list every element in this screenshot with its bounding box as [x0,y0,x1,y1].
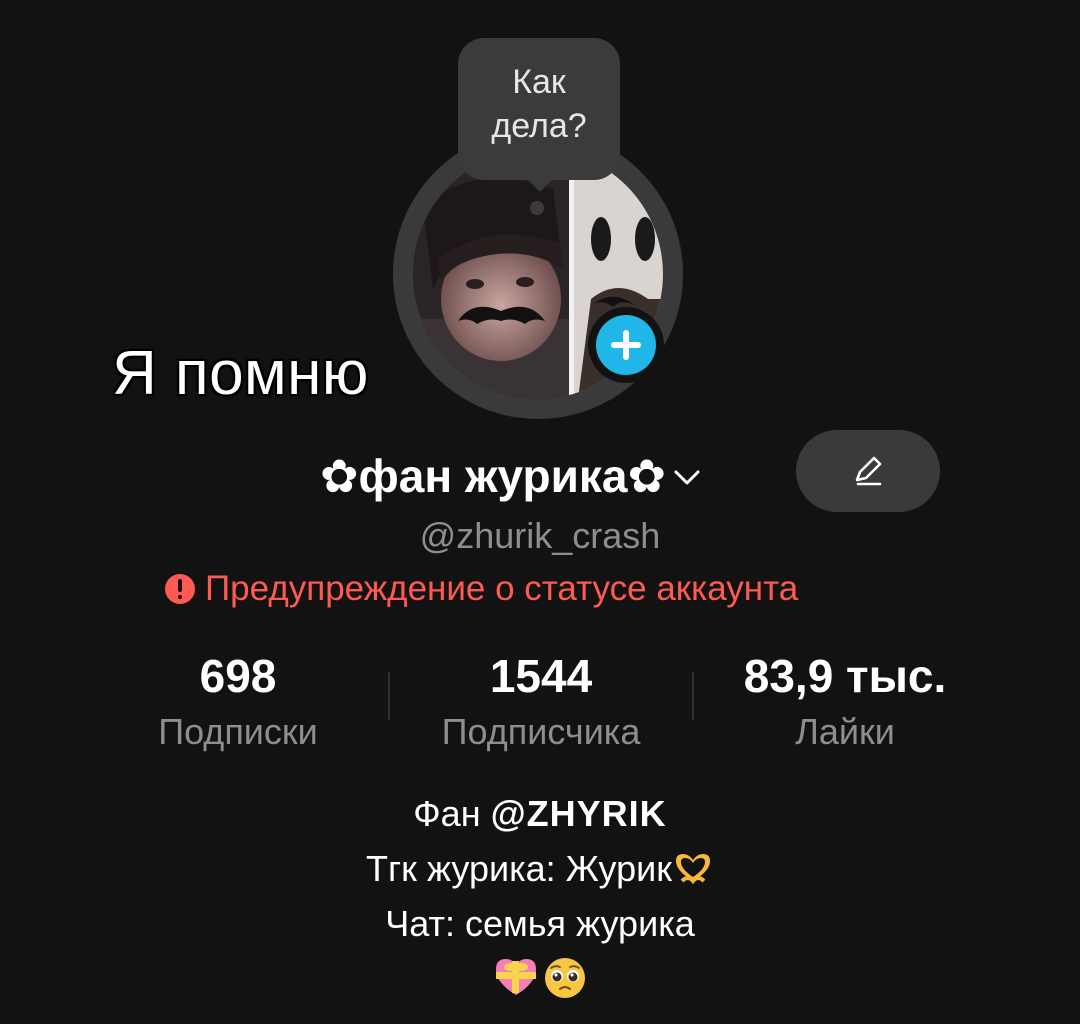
bio-emoji-row [0,955,1080,1001]
stat-likes[interactable]: 83,9 тыс. Лайки [720,648,970,754]
warning-text: Предупреждение о статусе аккаунта [205,569,799,608]
profile-page: Как дела? Я помню ✿фан журика✿ @zhurik_c… [0,0,1080,1024]
likes-label: Лайки [795,711,895,752]
pencil-icon [855,456,882,486]
heart-hands-emoji [675,854,710,885]
status-bubble-line1: Как [512,63,566,101]
chevron-down-icon [674,470,700,485]
bio-telegram-text: Тгк журика: Журик [366,848,672,889]
following-label: Подписки [158,711,318,752]
status-bubble-line2: дела? [491,107,587,145]
status-bubble-dot [530,201,544,215]
bio: Фан @ZHYRIK Тгк журика: Журик Чат: семья… [0,786,1080,1001]
plus-icon [611,330,641,360]
display-name: ✿фан журика✿ [320,450,667,502]
bio-line-1: Фан @ZHYRIK [0,786,1080,841]
username: @zhurik_crash [419,515,661,556]
followers-label: Подписчика [441,711,641,752]
bio-mention-link[interactable]: @ZHYRIK [491,793,667,834]
bio-line-2: Тгк журика: Журик [0,841,1080,896]
stats-divider [388,672,390,720]
sticker-text: Я помню [112,339,369,408]
likes-count: 83,9 тыс. [743,650,947,702]
edit-profile-button[interactable] [796,430,940,512]
followers-count: 1544 [489,650,593,702]
bio-prefix: Фан [413,793,491,834]
status-bubble[interactable]: Как дела? [458,38,620,180]
heart-with-ribbon-emoji [496,959,536,995]
status-bubble-tail [526,178,554,192]
stats-divider [692,672,694,720]
exclamation-icon [165,574,195,604]
stat-following[interactable]: 698 Подписки [138,648,338,754]
bio-line-3: Чат: семья журика [385,903,695,944]
add-story-button[interactable] [588,307,664,383]
pleading-face-emoji [545,958,585,998]
display-name-row[interactable]: ✿фан журика✿ [320,448,702,504]
account-status-warning[interactable]: Предупреждение о статусе аккаунта [165,566,798,612]
stat-followers[interactable]: 1544 Подписчика [410,648,672,754]
following-count: 698 [199,650,277,702]
